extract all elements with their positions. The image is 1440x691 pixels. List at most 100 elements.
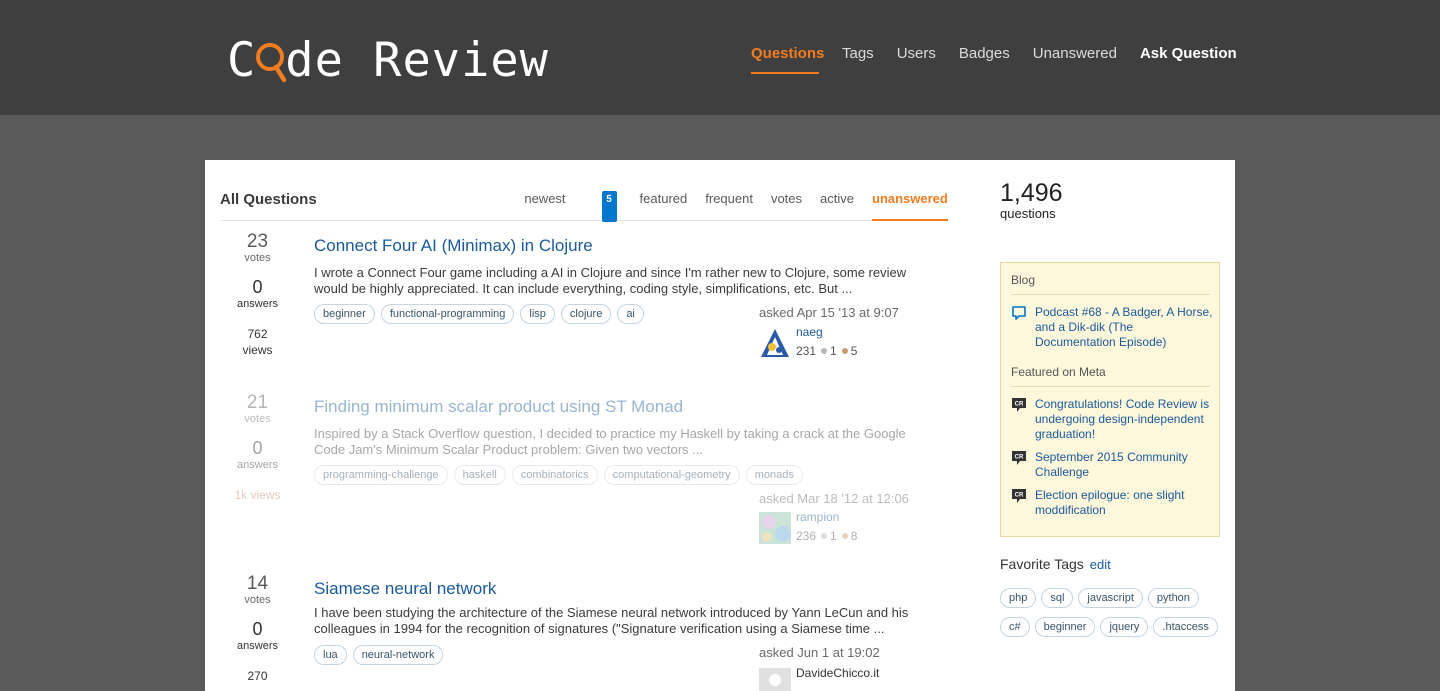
reputation-score: 231 bbox=[796, 344, 817, 358]
view-label: views bbox=[242, 343, 273, 357]
favorite-tag[interactable]: c# bbox=[1000, 617, 1030, 637]
questions-header: All Questions newest 5 featured frequent … bbox=[220, 190, 948, 222]
edit-favorite-tags-link[interactable]: edit bbox=[1090, 557, 1111, 572]
blog-heading: Blog bbox=[1011, 273, 1036, 287]
favorite-tag[interactable]: beginner bbox=[1034, 617, 1096, 637]
view-count: 1k views bbox=[234, 488, 281, 502]
answer-count: 0 bbox=[252, 277, 263, 297]
favorite-tags-list: php sql javascript python c# beginner jq… bbox=[1000, 588, 1225, 637]
code-review-meta-icon: CR bbox=[1012, 489, 1026, 503]
site-logo[interactable]: C de Review bbox=[227, 26, 549, 88]
user-avatar[interactable] bbox=[759, 327, 791, 359]
code-review-meta-icon: CR bbox=[1012, 451, 1026, 465]
bronze-badge-count: 5 bbox=[850, 344, 858, 358]
vote-count: 23 bbox=[246, 231, 269, 252]
asked-time: asked Apr 15 '13 at 9:07 bbox=[759, 305, 899, 320]
user-name-link[interactable]: DavideChicco.it bbox=[796, 666, 879, 680]
nav-users[interactable]: Users bbox=[897, 44, 936, 74]
tag[interactable]: neural-network bbox=[352, 645, 444, 665]
user-name-link[interactable]: rampion bbox=[796, 510, 839, 524]
sort-tabs: newest 5 featured frequent votes active u… bbox=[506, 190, 948, 222]
community-bulletin: Blog Podcast #68 - A Badger, A Horse, an… bbox=[1000, 262, 1220, 537]
ask-question-button[interactable]: Ask Question bbox=[1140, 44, 1237, 74]
nav-tags[interactable]: Tags bbox=[842, 44, 874, 74]
tag[interactable]: ai bbox=[617, 304, 644, 324]
asked-time: asked Jun 1 at 19:02 bbox=[759, 645, 880, 660]
favorite-tags-title: Favorite Tags bbox=[1000, 556, 1084, 572]
user-name-link[interactable]: naeg bbox=[796, 325, 823, 339]
tag[interactable]: programming-challenge bbox=[314, 465, 448, 485]
silver-badge-icon bbox=[821, 348, 828, 354]
tab-votes[interactable]: votes bbox=[771, 190, 802, 221]
tag[interactable]: beginner bbox=[314, 304, 375, 324]
view-count: 762 bbox=[247, 327, 268, 341]
vote-count: 21 bbox=[246, 392, 269, 413]
answer-count: 0 bbox=[252, 619, 263, 639]
vote-count: 14 bbox=[246, 573, 269, 594]
code-review-meta-icon: CR bbox=[1012, 398, 1026, 412]
user-avatar[interactable] bbox=[759, 512, 791, 544]
tag[interactable]: monads bbox=[745, 465, 803, 485]
main-content: All Questions newest 5 featured frequent … bbox=[205, 160, 1235, 691]
tag[interactable]: lisp bbox=[520, 304, 555, 324]
favorite-tag[interactable]: python bbox=[1147, 588, 1199, 608]
svg-text:CR: CR bbox=[1015, 455, 1024, 461]
favorite-tag[interactable]: sql bbox=[1041, 588, 1074, 608]
question-count-label: questions bbox=[1000, 206, 1056, 221]
tag[interactable]: lua bbox=[314, 645, 347, 665]
question-stats: 21 votes 0 answers 1k views bbox=[220, 393, 295, 503]
speech-bubble-icon bbox=[1012, 306, 1026, 320]
bronze-badge-icon bbox=[841, 348, 848, 354]
favorite-tag[interactable]: .htaccess bbox=[1153, 617, 1218, 637]
tab-featured[interactable]: 5 featured bbox=[584, 190, 687, 222]
question-excerpt: I have been studying the architecture of… bbox=[314, 605, 909, 636]
question-title-link[interactable]: Finding minimum scalar product using ST … bbox=[314, 397, 683, 417]
logo-magnifier-icon bbox=[256, 42, 287, 83]
tag[interactable]: haskell bbox=[453, 465, 506, 485]
tag[interactable]: combinatorics bbox=[511, 465, 598, 485]
nav-badges[interactable]: Badges bbox=[959, 44, 1010, 74]
nav-unanswered[interactable]: Unanswered bbox=[1033, 44, 1117, 74]
meta-link[interactable]: September 2015 Community Challenge bbox=[1035, 450, 1213, 480]
tag[interactable]: computational-geometry bbox=[603, 465, 740, 485]
user-avatar[interactable] bbox=[759, 668, 791, 691]
tab-active[interactable]: active bbox=[820, 190, 854, 221]
question-title-link[interactable]: Connect Four AI (Minimax) in Clojure bbox=[314, 236, 593, 256]
bronze-badge-count: 8 bbox=[850, 529, 858, 543]
svg-text:CR: CR bbox=[1015, 402, 1024, 408]
meta-link[interactable]: Election epilogue: one slight moddificat… bbox=[1035, 488, 1213, 518]
tab-unanswered[interactable]: unanswered bbox=[872, 190, 948, 221]
question-stats: 14 votes 0 answers 270 bbox=[220, 574, 295, 684]
question-stats: 23 votes 0 answers 762 views bbox=[220, 232, 295, 358]
tab-frequent[interactable]: frequent bbox=[705, 190, 753, 221]
divider bbox=[1011, 294, 1210, 295]
answer-label: answers bbox=[237, 298, 278, 310]
question-excerpt: Inspired by a Stack Overflow question, I… bbox=[314, 426, 906, 457]
tag[interactable]: clojure bbox=[560, 304, 612, 324]
question-tags: lua neural-network bbox=[314, 645, 444, 665]
tab-newest[interactable]: newest bbox=[524, 190, 565, 221]
answer-label: answers bbox=[237, 459, 278, 471]
answer-count: 0 bbox=[252, 438, 263, 458]
divider bbox=[1011, 386, 1210, 387]
nav-questions[interactable]: Questions bbox=[751, 44, 824, 74]
vote-label: votes bbox=[244, 594, 271, 606]
favorite-tags-heading: Favorite Tags edit bbox=[1000, 556, 1111, 572]
reputation-score: 236 bbox=[796, 529, 817, 543]
vote-label: votes bbox=[244, 252, 271, 264]
meta-link[interactable]: Congratulations! Code Review is undergoi… bbox=[1035, 397, 1213, 442]
question-title-link[interactable]: Siamese neural network bbox=[314, 579, 496, 599]
meta-heading: Featured on Meta bbox=[1011, 365, 1106, 379]
favorite-tag[interactable]: javascript bbox=[1078, 588, 1143, 608]
favorite-tag[interactable]: jquery bbox=[1100, 617, 1149, 637]
user-reputation: 231 1 5 bbox=[796, 344, 857, 358]
answer-label: answers bbox=[237, 640, 278, 652]
question-tags: beginner functional-programming lisp clo… bbox=[314, 304, 644, 324]
blog-link[interactable]: Podcast #68 - A Badger, A Horse, and a D… bbox=[1035, 305, 1213, 350]
silver-badge-count: 1 bbox=[830, 344, 837, 358]
page-title: All Questions bbox=[220, 191, 317, 208]
question-excerpt: I wrote a Connect Four game including a … bbox=[314, 265, 907, 296]
favorite-tag[interactable]: php bbox=[1000, 588, 1037, 608]
tag[interactable]: functional-programming bbox=[380, 304, 515, 324]
main-nav: Questions Tags Users Badges Unanswered A… bbox=[751, 44, 1237, 74]
